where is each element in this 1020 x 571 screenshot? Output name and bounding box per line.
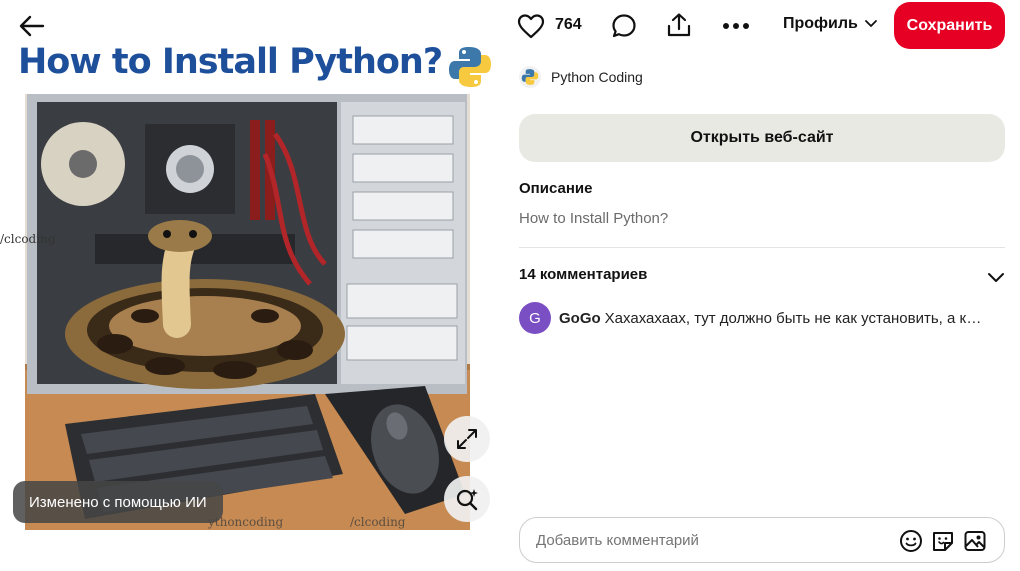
profile-label: Профиль (783, 15, 858, 32)
emoji-icon (900, 530, 922, 552)
comment-username[interactable]: GoGo (559, 310, 601, 327)
description-heading: Описание (519, 180, 593, 197)
bottom-watermark-x: /clcoding (350, 515, 406, 529)
comment-input[interactable] (536, 531, 876, 549)
like-button[interactable] (516, 12, 546, 40)
open-website-button[interactable]: Открыть веб-сайт (519, 114, 1005, 162)
author-link[interactable]: Python Coding (519, 66, 643, 88)
more-button[interactable] (720, 14, 752, 38)
image-button[interactable] (962, 528, 988, 554)
chevron-down-icon[interactable] (985, 266, 1007, 288)
more-icon (723, 23, 749, 29)
heart-icon (517, 14, 545, 39)
comment-item: G GoGo Хахахахаах, тут должно быть не как… (519, 302, 999, 334)
author-name: Python Coding (551, 69, 643, 85)
comment-body: GoGo Хахахахаах, тут должно быть не как у… (559, 310, 989, 327)
pin-photo[interactable] (25, 94, 470, 530)
share-button[interactable] (665, 11, 693, 39)
comments-heading[interactable]: 14 комментариев (519, 266, 647, 283)
expand-button[interactable] (444, 416, 490, 462)
comment-composer (519, 517, 1005, 563)
share-icon (667, 13, 691, 37)
sticker-button[interactable] (930, 528, 956, 554)
python-logo-icon (449, 47, 491, 87)
emoji-button[interactable] (898, 528, 924, 554)
pin-image-area: How to Install Python? /clcoding ythonco… (0, 0, 500, 571)
ai-edited-badge[interactable]: Изменено с помощью ИИ (13, 481, 223, 523)
like-count: 764 (555, 16, 582, 33)
profile-dropdown[interactable]: Профиль (783, 15, 878, 33)
avatar[interactable]: G (519, 302, 551, 334)
description-text: How to Install Python? (519, 210, 669, 227)
visual-search-icon (456, 489, 478, 511)
side-watermark: /clcoding (0, 232, 56, 246)
save-button[interactable]: Сохранить (894, 2, 1005, 49)
python-logo-icon (521, 69, 539, 85)
comment-text: Хахахахаах, тут должно быть не как устан… (604, 309, 989, 327)
image-icon (964, 531, 986, 551)
arrow-left-icon (19, 15, 45, 37)
expand-icon (457, 429, 477, 449)
chevron-down-icon (864, 20, 877, 27)
comment-button[interactable] (610, 12, 638, 40)
divider (519, 247, 1005, 248)
author-avatar (519, 66, 541, 88)
sticker-icon (933, 532, 953, 551)
pin-title: How to Install Python? (18, 42, 443, 82)
comment-bubble-icon (612, 14, 636, 38)
visual-search-button[interactable] (444, 476, 490, 522)
back-button[interactable] (12, 8, 52, 44)
